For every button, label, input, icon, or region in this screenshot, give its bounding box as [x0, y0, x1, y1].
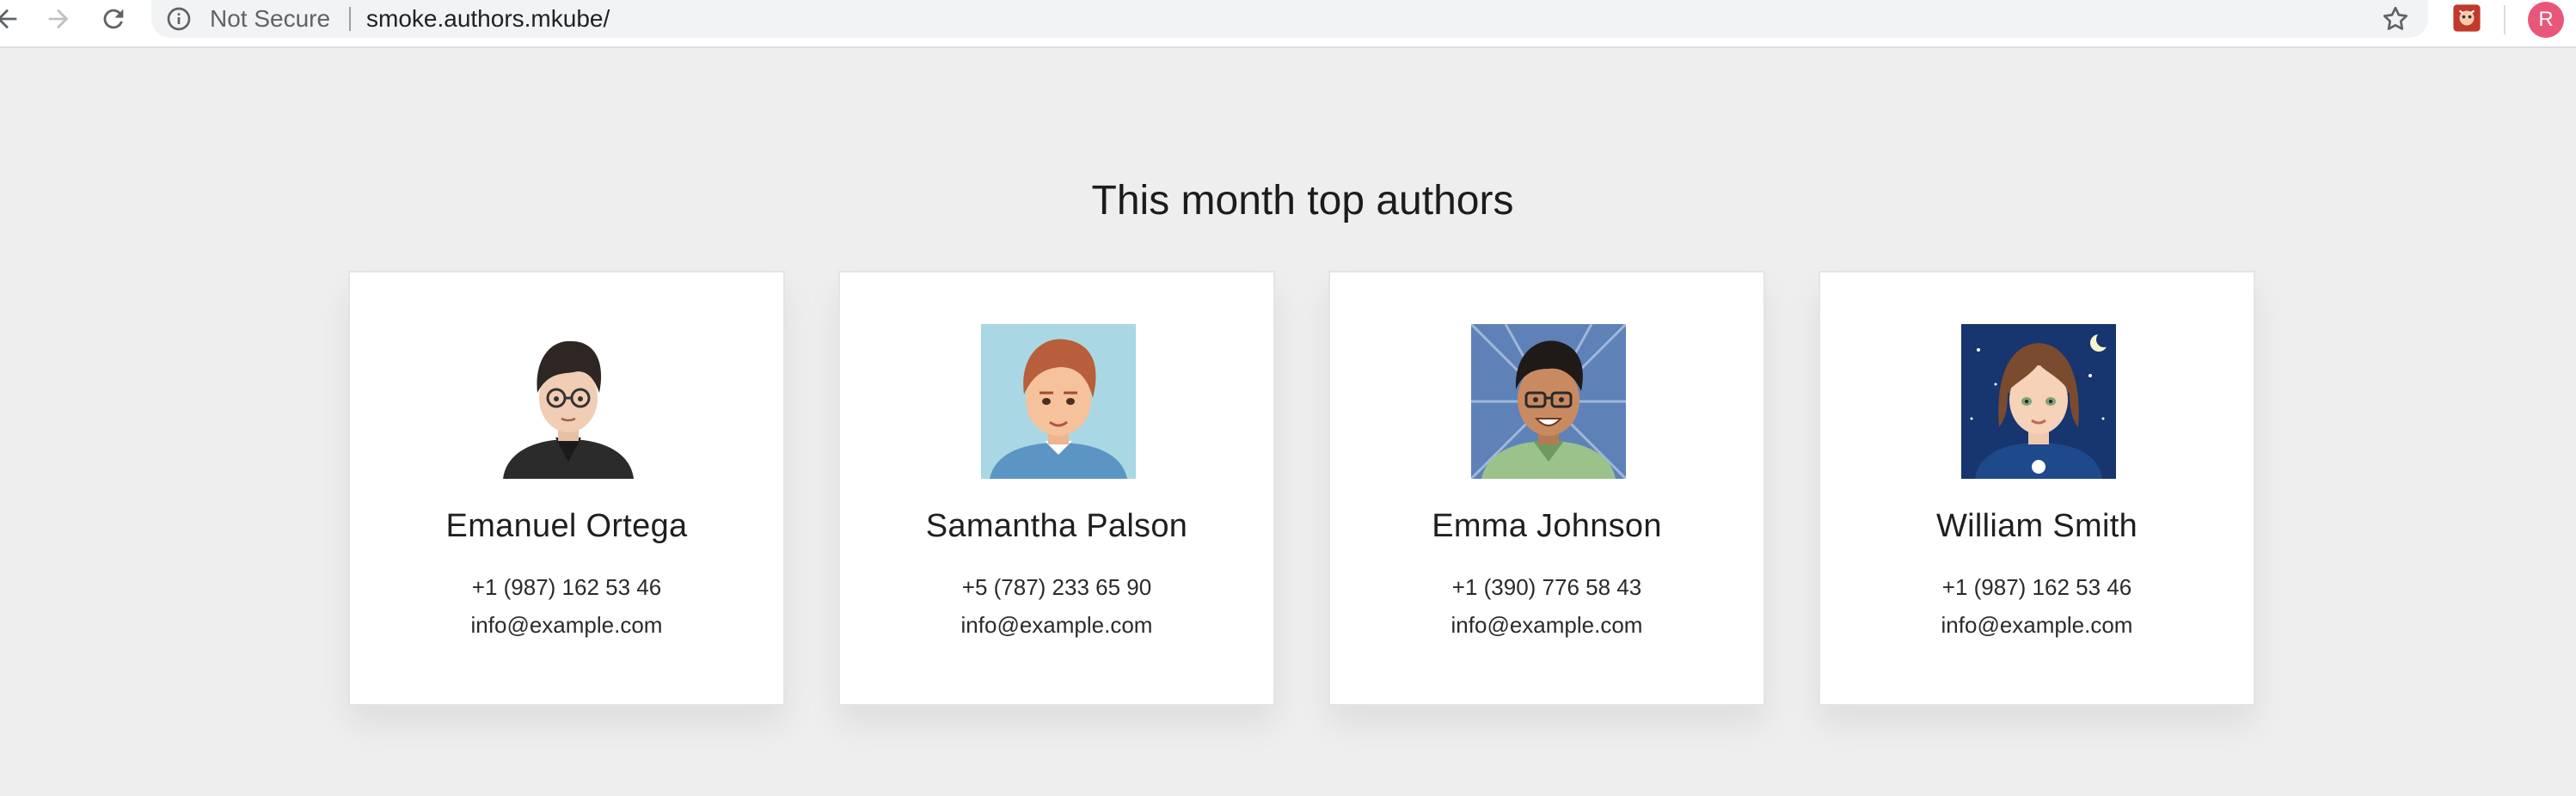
author-email[interactable]: info@example.com: [1330, 612, 1763, 639]
forward-arrow-icon: [48, 9, 69, 29]
extension-icon[interactable]: [2452, 3, 2481, 33]
bookmark-star-icon[interactable]: [2380, 3, 2411, 34]
browser-toolbar: Not Secure smoke.authors.mkube/ R: [0, 0, 2576, 48]
author-name: William Smith: [1935, 508, 2137, 544]
man-glasses-green-shirt-avatar-icon: [1471, 324, 1626, 479]
author-phone: +5 (787) 233 65 90: [961, 574, 1152, 600]
profile-avatar-button[interactable]: R: [2528, 2, 2564, 38]
author-card: Samantha Palson +5 (787) 233 65 90 info@…: [838, 271, 1275, 706]
author-phone: +1 (390) 776 58 43: [1451, 574, 1642, 600]
author-card: Emma Johnson +1 (390) 776 58 43 info@exa…: [1328, 271, 1765, 706]
author-name: Samantha Palson: [925, 508, 1188, 544]
page-title: This month top authors: [1091, 178, 1514, 223]
reload-icon: [103, 9, 124, 29]
author-email[interactable]: info@example.com: [1820, 612, 2254, 639]
author-card: William Smith +1 (987) 162 53 46 info@ex…: [1819, 271, 2255, 706]
author-avatar: [981, 324, 1136, 479]
author-avatar: [491, 324, 646, 479]
red-hair-man-avatar-icon: [981, 324, 1136, 479]
back-arrow-icon: [0, 9, 17, 29]
back-button[interactable]: [0, 2, 29, 36]
reload-button[interactable]: [91, 2, 136, 36]
omnibox-separator: [349, 7, 351, 31]
security-label[interactable]: Not Secure: [210, 0, 330, 38]
author-email[interactable]: info@example.com: [840, 612, 1273, 639]
forward-button[interactable]: [36, 2, 81, 36]
author-avatar: [1471, 324, 1626, 479]
man-dark-hair-glasses-avatar-icon: [491, 324, 646, 479]
info-icon[interactable]: [165, 5, 193, 33]
author-card: Emanuel Ortega +1 (987) 162 53 46 info@e…: [348, 271, 785, 706]
author-name: Emanuel Ortega: [445, 508, 688, 544]
author-name: Emma Johnson: [1432, 508, 1662, 544]
author-email[interactable]: info@example.com: [350, 612, 783, 639]
author-phone: +1 (987) 162 53 46: [471, 574, 662, 600]
author-phone: +1 (987) 162 53 46: [1941, 574, 2132, 600]
toolbar-divider: [2504, 5, 2505, 34]
woman-brown-hair-night-avatar-icon: [1961, 324, 2116, 479]
url-text[interactable]: smoke.authors.mkube/: [366, 0, 610, 38]
address-bar[interactable]: Not Secure smoke.authors.mkube/: [151, 0, 2428, 38]
author-avatar: [1961, 324, 2116, 479]
